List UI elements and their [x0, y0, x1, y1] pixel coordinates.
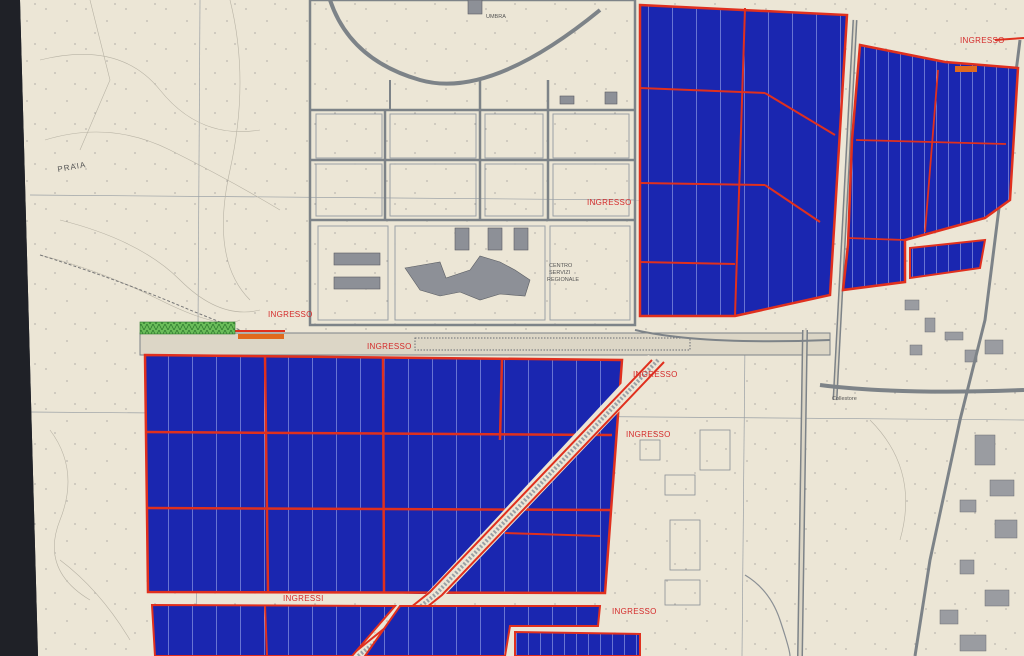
map-paper: CENTRO SERVIZI REGIONALE UMBRA PRAIA Col… [20, 0, 1024, 656]
label-centro: CENTRO [549, 263, 573, 269]
entrance-label: INGRESSO [587, 198, 632, 207]
label-regionale: REGIONALE [547, 277, 579, 283]
vegetation-strip [139, 321, 236, 335]
label-servizi: SERVIZI [549, 270, 571, 276]
screen: CENTRO SERVIZI REGIONALE UMBRA PRAIA Col… [0, 0, 1024, 656]
entrance-label: INGRESSO [367, 342, 412, 351]
orange-marker [238, 334, 284, 339]
main-road [139, 330, 831, 356]
site-map[interactable]: CENTRO SERVIZI REGIONALE UMBRA PRAIA Col… [0, 0, 1024, 656]
entrance-label: INGRESSO [612, 607, 657, 616]
entrance-label: INGRESSO [268, 310, 313, 319]
entrance-label: INGRESSI [283, 594, 324, 603]
entrance-label: INGRESSO [633, 370, 678, 379]
entrance-label: INGRESSO [626, 430, 671, 439]
entrance-label: INGRESSO [960, 36, 1005, 45]
label-collestore: Collestore [832, 396, 857, 402]
solar-park-north-east-a[interactable] [638, 3, 849, 318]
label-umbra: UMBRA [486, 14, 506, 20]
